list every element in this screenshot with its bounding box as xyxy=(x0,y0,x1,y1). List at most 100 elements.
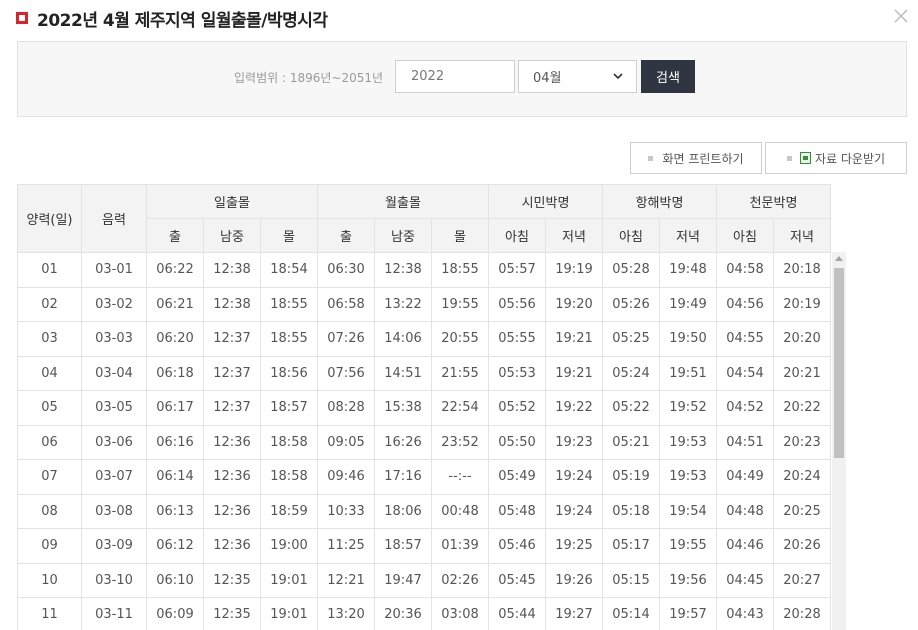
table-cell: 05:26 xyxy=(602,286,660,322)
table-cell: 12:36 xyxy=(203,528,261,564)
table-cell: 04:51 xyxy=(716,424,774,460)
table-cell: 13:20 xyxy=(317,597,375,630)
table-cell: 02 xyxy=(17,286,82,322)
table-cell: 05:53 xyxy=(488,355,546,391)
header-sun: 일출몰 xyxy=(146,184,318,219)
table-cell: 16:26 xyxy=(374,424,432,460)
table-cell: 05:22 xyxy=(602,390,660,426)
table-cell: 07:26 xyxy=(317,321,375,357)
header-moon: 월출몰 xyxy=(317,184,489,219)
table-cell: 19:53 xyxy=(659,459,717,495)
table-cell: 18:59 xyxy=(260,493,318,529)
table-cell: 09 xyxy=(17,528,82,564)
table-cell: 18:55 xyxy=(260,286,318,322)
table-row: 01 03-01 06:22 12:38 18:54 06:30 12:38 18:55 05:… xyxy=(17,252,831,288)
scroll-thumb[interactable] xyxy=(834,268,844,458)
table-cell: 19:49 xyxy=(659,286,717,322)
table-cell: 06:21 xyxy=(146,286,204,322)
table-row: 05 03-05 06:17 12:37 18:57 08:28 15:38 22:54 05:… xyxy=(17,390,831,426)
header-astronomical-twilight: 천문박명 xyxy=(716,184,831,219)
table-cell: 18:57 xyxy=(374,528,432,564)
table-cell: 01 xyxy=(17,252,82,288)
table-cell: 03:08 xyxy=(431,597,489,630)
table-cell: 12:37 xyxy=(203,355,261,391)
table-cell: 19:00 xyxy=(260,528,318,564)
table-cell: 04:45 xyxy=(716,562,774,598)
range-label: 입력범위 : 1896년~2051년 xyxy=(234,71,384,85)
table-scrollbar[interactable] xyxy=(832,252,846,630)
table-cell: 06:12 xyxy=(146,528,204,564)
table-row: 02 03-02 06:21 12:38 18:55 06:58 13:22 19:55 05:… xyxy=(17,286,831,322)
table-cell: 19:53 xyxy=(659,424,717,460)
subheader-sun-rise: 출 xyxy=(146,218,204,253)
sunrise-table: 양력(일) 음력 일출몰 월출몰 시민박명 항해박명 천문박명 출 남중 몰 출… xyxy=(17,184,831,630)
table-cell: 04:56 xyxy=(716,286,774,322)
table-cell: 04:48 xyxy=(716,493,774,529)
table-cell: 03-08 xyxy=(81,493,147,529)
table-cell: 19:27 xyxy=(545,597,603,630)
table-cell: 12:38 xyxy=(203,252,261,288)
scroll-up-arrow-icon[interactable] xyxy=(835,256,843,261)
table-cell: 04:52 xyxy=(716,390,774,426)
table-cell: 19:47 xyxy=(374,562,432,598)
table-cell: 05:14 xyxy=(602,597,660,630)
table-cell: 04:43 xyxy=(716,597,774,630)
month-select[interactable]: 04월 xyxy=(518,60,637,93)
table-cell: 05:45 xyxy=(488,562,546,598)
table-cell: 19:50 xyxy=(659,321,717,357)
table-cell: 19:25 xyxy=(545,528,603,564)
table-cell: 06:09 xyxy=(146,597,204,630)
table-cell: 11 xyxy=(17,597,82,630)
table-cell: 19:19 xyxy=(545,252,603,288)
table-cell: 06:10 xyxy=(146,562,204,598)
table-cell: 03-09 xyxy=(81,528,147,564)
table-body: 01 03-01 06:22 12:38 18:54 06:30 12:38 18:55 05:… xyxy=(17,252,831,630)
table-cell: 19:54 xyxy=(659,493,717,529)
table-cell: 20:19 xyxy=(773,286,831,322)
table-cell: 19:52 xyxy=(659,390,717,426)
table-cell: 06:16 xyxy=(146,424,204,460)
table-cell: 19:20 xyxy=(545,286,603,322)
table-row: 03 03-03 06:20 12:37 18:55 07:26 14:06 20:55 05:… xyxy=(17,321,831,357)
table-cell: 05:15 xyxy=(602,562,660,598)
table-cell: 03-02 xyxy=(81,286,147,322)
table-cell: 06:22 xyxy=(146,252,204,288)
table-cell: 20:26 xyxy=(773,528,831,564)
search-button[interactable]: 검색 xyxy=(641,60,695,93)
table-cell: 05:28 xyxy=(602,252,660,288)
table-cell: 18:55 xyxy=(260,321,318,357)
table-cell: 06:17 xyxy=(146,390,204,426)
table-row: 04 03-04 06:18 12:37 18:56 07:56 14:51 21:55 05:… xyxy=(17,355,831,391)
table-cell: 12:36 xyxy=(203,493,261,529)
table-cell: 05:44 xyxy=(488,597,546,630)
table-cell: 05:46 xyxy=(488,528,546,564)
table-cell: 05:48 xyxy=(488,493,546,529)
table-cell: 03-04 xyxy=(81,355,147,391)
download-button[interactable]: 자료 다운받기 xyxy=(765,142,907,174)
table-cell: 05:49 xyxy=(488,459,546,495)
subheader-nautical-morning: 아침 xyxy=(602,218,660,253)
table-cell: 07:56 xyxy=(317,355,375,391)
table-cell: 03-07 xyxy=(81,459,147,495)
table-cell: 06:18 xyxy=(146,355,204,391)
table-cell: 22:54 xyxy=(431,390,489,426)
table-cell: 19:01 xyxy=(260,562,318,598)
table-cell: 19:23 xyxy=(545,424,603,460)
header-nautical-twilight: 항해박명 xyxy=(602,184,717,219)
print-button[interactable]: 화면 프린트하기 xyxy=(630,142,762,174)
table-cell: 19:55 xyxy=(659,528,717,564)
year-input[interactable] xyxy=(395,60,515,93)
table-cell: 10 xyxy=(17,562,82,598)
table-cell: 18:54 xyxy=(260,252,318,288)
table-cell: 19:56 xyxy=(659,562,717,598)
table-cell: 18:58 xyxy=(260,424,318,460)
subheader-astro-morning: 아침 xyxy=(716,218,774,253)
close-button[interactable] xyxy=(891,6,911,26)
table-cell: 20:23 xyxy=(773,424,831,460)
table-cell: 18:56 xyxy=(260,355,318,391)
table-row: 11 03-11 06:09 12:35 19:01 13:20 20:36 03:08 05:… xyxy=(17,597,831,630)
subheader-sun-set: 몰 xyxy=(260,218,318,253)
table-cell: 00:48 xyxy=(431,493,489,529)
table-cell: 05:18 xyxy=(602,493,660,529)
table-cell: 21:55 xyxy=(431,355,489,391)
